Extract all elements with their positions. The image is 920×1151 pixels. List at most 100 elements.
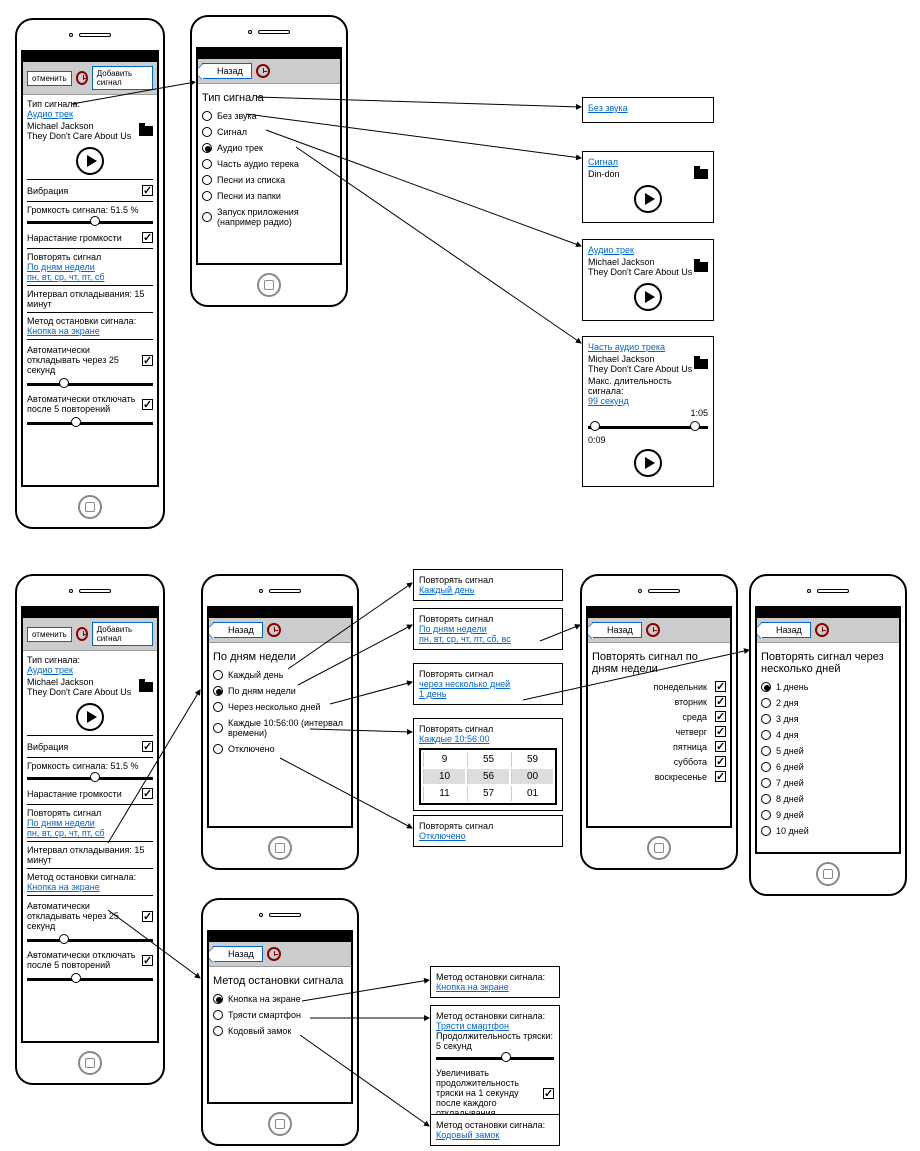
radio-2d[interactable] <box>761 698 771 708</box>
time-picker[interactable]: 95559 105600 115701 <box>419 748 557 805</box>
radio-time-interval[interactable] <box>213 723 223 733</box>
shake-slider[interactable] <box>436 1057 554 1060</box>
home-button[interactable] <box>78 495 102 519</box>
type-link[interactable]: Аудио трек <box>27 109 153 119</box>
stop-link[interactable]: Кнопка на экране <box>27 882 153 892</box>
day-mon: понедельник <box>592 682 707 692</box>
play-button[interactable] <box>634 283 662 311</box>
radio-code[interactable] <box>213 1026 223 1036</box>
fade-checkbox[interactable] <box>142 232 153 243</box>
play-button[interactable] <box>634 185 662 213</box>
home-button[interactable] <box>647 836 671 860</box>
panel-link[interactable]: Трясти смартфон <box>436 1021 554 1031</box>
cancel-button[interactable]: отменить <box>27 71 72 86</box>
fade-checkbox[interactable] <box>142 788 153 799</box>
radio-weekdays[interactable] <box>213 686 223 696</box>
type-link[interactable]: Аудио трек <box>27 665 153 675</box>
auto-snooze-slider[interactable] <box>27 383 153 386</box>
back-button[interactable]: Назад <box>202 63 252 79</box>
radio-10d[interactable] <box>761 826 771 836</box>
auto-off-slider[interactable] <box>27 422 153 425</box>
radio-disabled[interactable] <box>213 744 223 754</box>
check-wed[interactable] <box>715 711 726 722</box>
vibration-checkbox[interactable] <box>142 185 153 196</box>
radio-5d[interactable] <box>761 746 771 756</box>
panel-link[interactable]: Без звука <box>588 103 708 113</box>
repeat-mode-link[interactable]: По дням недели <box>27 818 153 828</box>
back-button[interactable]: Назад <box>761 622 811 638</box>
radio-signal[interactable] <box>202 127 212 137</box>
radio-screen-button[interactable] <box>213 994 223 1004</box>
radio-4d[interactable] <box>761 730 771 740</box>
val-link[interactable]: 1 день <box>419 689 557 699</box>
play-button[interactable] <box>76 703 104 731</box>
cancel-button[interactable]: отменить <box>27 627 72 642</box>
radio-6d[interactable] <box>761 762 771 772</box>
range-slider[interactable] <box>588 426 708 429</box>
check-fri[interactable] <box>715 741 726 752</box>
home-button[interactable] <box>78 1051 102 1075</box>
home-button[interactable] <box>268 836 292 860</box>
radio-7d[interactable] <box>761 778 771 788</box>
folder-icon[interactable] <box>694 262 708 272</box>
radio-8d[interactable] <box>761 794 771 804</box>
auto-off-checkbox[interactable] <box>142 399 153 410</box>
days-link[interactable]: пн, вт, ср, чт, пт, сб, вс <box>419 634 557 644</box>
repeat-days-link[interactable]: пн, вт, ср, чт, пт, сб <box>27 828 153 838</box>
check-sat[interactable] <box>715 756 726 767</box>
panel-link[interactable]: Сигнал <box>588 157 708 167</box>
panel-link[interactable]: Каждые 10:56:00 <box>419 734 557 744</box>
panel-link[interactable]: Кодовый замок <box>436 1130 554 1140</box>
check-tue[interactable] <box>715 696 726 707</box>
radio-audio-track[interactable] <box>202 143 212 153</box>
panel-link[interactable]: По дням недели <box>419 624 557 634</box>
play-button[interactable] <box>76 147 104 175</box>
folder-icon[interactable] <box>694 169 708 179</box>
radio-1d[interactable] <box>761 682 771 692</box>
volume-slider[interactable] <box>27 777 153 780</box>
home-button[interactable] <box>268 1112 292 1136</box>
add-alarm-button[interactable]: Добавить сигнал <box>92 622 153 646</box>
auto-off-checkbox[interactable] <box>142 955 153 966</box>
duration-link[interactable]: 99 секунд <box>588 396 708 406</box>
check-sun[interactable] <box>715 771 726 782</box>
add-alarm-button[interactable]: Добавить сигнал <box>92 66 153 90</box>
check-mon[interactable] <box>715 681 726 692</box>
radio-app[interactable] <box>202 212 212 222</box>
panel-link[interactable]: Каждый день <box>419 585 557 595</box>
home-button[interactable] <box>816 862 840 886</box>
repeat-days-link[interactable]: пн, вт, ср, чт, пт, сб <box>27 272 153 282</box>
auto-snooze-slider[interactable] <box>27 939 153 942</box>
play-button[interactable] <box>634 449 662 477</box>
back-button[interactable]: Назад <box>592 622 642 638</box>
check-thu[interactable] <box>715 726 726 737</box>
radio-interval-days[interactable] <box>213 702 223 712</box>
radio-daily[interactable] <box>213 670 223 680</box>
repeat-mode-link[interactable]: По дням недели <box>27 262 153 272</box>
radio-folder[interactable] <box>202 191 212 201</box>
back-button[interactable]: Назад <box>213 622 263 638</box>
back-button[interactable]: Назад <box>213 946 263 962</box>
radio-playlist[interactable] <box>202 175 212 185</box>
panel-link[interactable]: Отключено <box>419 831 557 841</box>
panel-link[interactable]: через несколько дней <box>419 679 557 689</box>
folder-icon[interactable] <box>139 126 153 136</box>
radio-no-sound[interactable] <box>202 111 212 121</box>
folder-icon[interactable] <box>694 359 708 369</box>
volume-slider[interactable] <box>27 221 153 224</box>
auto-off-slider[interactable] <box>27 978 153 981</box>
radio-3d[interactable] <box>761 714 771 724</box>
panel-link[interactable]: Часть аудио трека <box>588 342 708 352</box>
home-button[interactable] <box>257 273 281 297</box>
vibration-checkbox[interactable] <box>142 741 153 752</box>
folder-icon[interactable] <box>139 682 153 692</box>
radio-audio-part[interactable] <box>202 159 212 169</box>
panel-link[interactable]: Аудио трек <box>588 245 708 255</box>
stop-link[interactable]: Кнопка на экране <box>27 326 153 336</box>
auto-snooze-checkbox[interactable] <box>142 911 153 922</box>
auto-snooze-checkbox[interactable] <box>142 355 153 366</box>
panel-link[interactable]: Кнопка на экране <box>436 982 554 992</box>
radio-9d[interactable] <box>761 810 771 820</box>
radio-shake[interactable] <box>213 1010 223 1020</box>
inc-checkbox[interactable] <box>543 1088 554 1099</box>
